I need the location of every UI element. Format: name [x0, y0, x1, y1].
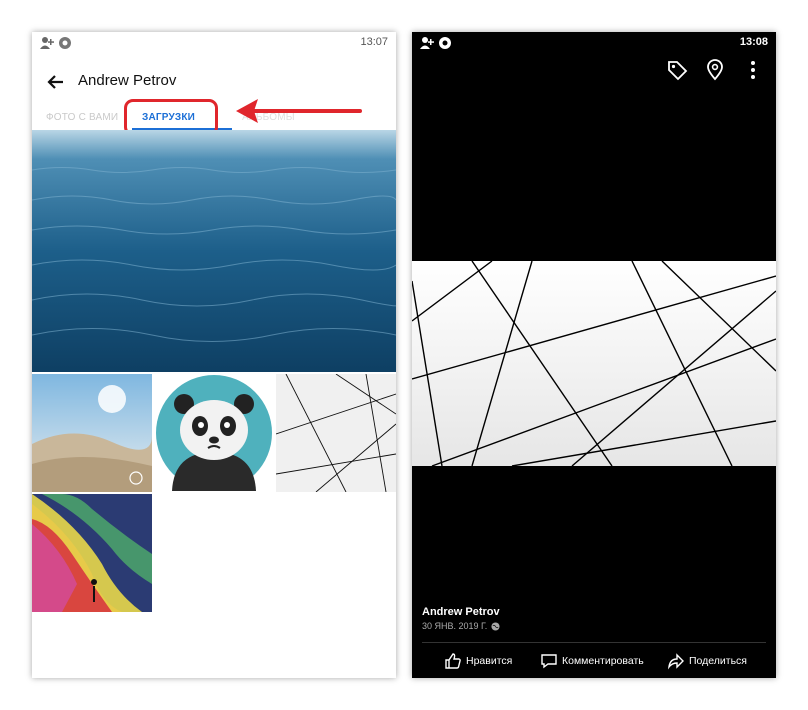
tab-photos-with-you[interactable]: ФОТО С ВАМИ [46, 112, 118, 123]
status-bar: 13:08 [412, 32, 776, 54]
page-title: Andrew Petrov [78, 72, 177, 89]
right-screenshot: 13:08 Andrew Petrov 30 ЯНВ. 2019 Г. Нрав… [412, 32, 776, 678]
divider [422, 642, 766, 643]
colorful-painting-photo[interactable] [32, 494, 152, 612]
back-arrow-icon[interactable] [46, 72, 66, 92]
abstract-lines-photo[interactable] [276, 374, 396, 492]
status-time: 13:07 [360, 36, 388, 48]
more-vertical-icon[interactable] [742, 58, 764, 82]
post-date: 30 ЯНВ. 2019 Г. [422, 621, 488, 631]
abstract-lines-photo[interactable] [412, 260, 776, 467]
author-name[interactable]: Andrew Petrov [422, 606, 500, 618]
share-label: Поделиться [689, 655, 747, 667]
red-arrow-annotation [236, 99, 362, 123]
globe-icon [491, 621, 500, 631]
add-user-icon [40, 37, 54, 49]
add-user-icon [420, 37, 434, 49]
action-bar: Нравится Комментировать Поделиться [412, 646, 776, 676]
location-pin-icon[interactable] [704, 58, 726, 82]
like-label: Нравится [466, 655, 513, 667]
desert-dunes-photo[interactable] [32, 374, 152, 492]
comment-label: Комментировать [562, 655, 644, 667]
sea-waves-photo[interactable] [32, 130, 396, 372]
share-icon [667, 653, 684, 670]
status-bar: 13:07 [32, 32, 396, 54]
top-action-icons [666, 58, 766, 84]
panda-avatar-photo[interactable] [154, 374, 274, 492]
like-button[interactable]: Нравится [444, 652, 512, 670]
photo-caption: Andrew Petrov 30 ЯНВ. 2019 Г. [422, 606, 500, 631]
tag-icon[interactable] [666, 58, 688, 82]
chrome-icon [59, 37, 71, 49]
chrome-icon [439, 37, 451, 49]
comment-button[interactable]: Комментировать [540, 652, 644, 670]
share-button[interactable]: Поделиться [667, 652, 747, 670]
left-screenshot: 13:07 Andrew Petrov ФОТО С ВАМИ ЗАГРУЗКИ… [32, 32, 396, 678]
thumbs-up-icon [445, 653, 461, 669]
post-date-row: 30 ЯНВ. 2019 Г. [422, 621, 500, 631]
status-time: 13:08 [739, 36, 768, 48]
comment-icon [541, 654, 557, 669]
